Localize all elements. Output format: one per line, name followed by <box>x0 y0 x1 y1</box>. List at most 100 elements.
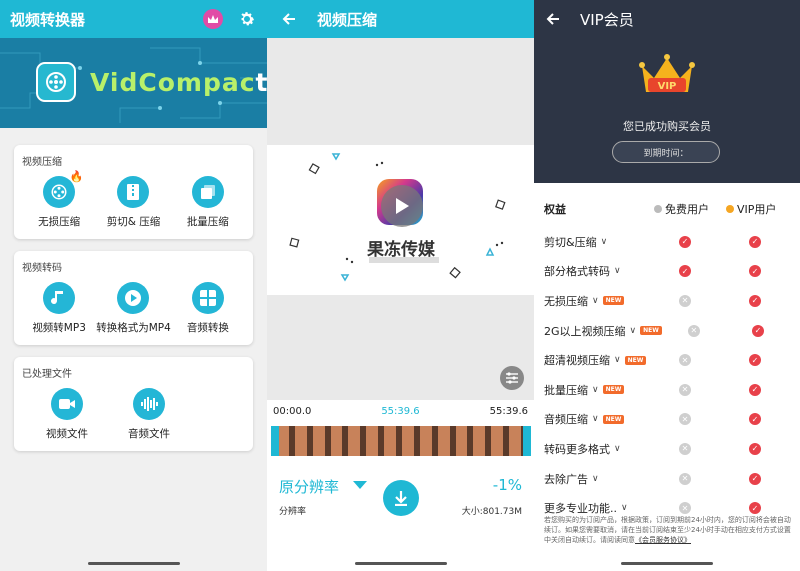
benefit-name: 超清视频压缩 ∨ NEW <box>544 352 650 368</box>
chevron-down-icon[interactable]: ∨ <box>592 296 599 306</box>
free-cell: ✕ <box>662 324 726 337</box>
new-badge: NEW <box>640 326 662 336</box>
cross-icon: ✕ <box>679 442 691 455</box>
chevron-down-icon[interactable]: ∨ <box>614 355 621 365</box>
trim-handle-right[interactable] <box>523 426 531 456</box>
convert-to-mp4-button[interactable]: 转换格式为MP4 <box>96 282 171 335</box>
benefit-row[interactable]: 2G以上视频压缩 ∨ NEW ✕ ✓ <box>544 316 790 346</box>
vip-cell: ✓ <box>720 294 790 307</box>
new-badge: NEW <box>602 296 625 306</box>
feature-label: 无损压缩 <box>38 216 81 228</box>
home-screen: 视频转换器 VidCompact 视频压缩 🔥 无损压缩 剪切& 压缩 批量压缩… <box>0 0 267 571</box>
vip-cell: ✓ <box>720 235 790 248</box>
timeline: 00:00.0 55:39.6 55:39.6 <box>267 400 534 458</box>
benefit-row[interactable]: 无损压缩 ∨ NEW ✕ ✓ <box>544 286 790 316</box>
batch-compress-button[interactable]: 批量压缩 <box>171 176 245 229</box>
settings-adjust-button[interactable] <box>500 366 524 390</box>
chevron-down-icon[interactable]: ∨ <box>592 414 599 424</box>
settings-button[interactable] <box>237 9 257 29</box>
time-start: 00:00.0 <box>273 406 312 417</box>
benefit-label: 无损压缩 <box>544 294 588 308</box>
chevron-down-icon[interactable]: ∨ <box>614 444 621 454</box>
benefit-name: 音频压缩 ∨ NEW <box>544 411 650 427</box>
benefit-row[interactable]: 部分格式转码 ∨ ✓ ✓ <box>544 257 790 287</box>
service-agreement-link[interactable]: 《会员服务协议》 <box>635 536 691 544</box>
check-icon: ✓ <box>749 413 761 426</box>
benefit-label: 音频压缩 <box>544 413 588 427</box>
filmstrip[interactable] <box>277 426 527 456</box>
chevron-down-icon[interactable] <box>353 481 367 489</box>
audio-convert-icon <box>191 282 224 314</box>
play-icon <box>117 282 150 314</box>
audio-files-button[interactable]: 音频文件 <box>110 388 188 441</box>
back-arrow-icon[interactable] <box>279 12 299 26</box>
feature-label: 音频转换 <box>186 322 229 334</box>
page-title: 视频压缩 <box>317 10 378 29</box>
check-icon: ✓ <box>749 442 761 455</box>
benefit-label: 部分格式转码 <box>544 265 610 279</box>
benefit-label: 批量压缩 <box>544 383 588 397</box>
gesture-bar[interactable] <box>354 562 447 565</box>
play-button[interactable] <box>381 185 423 227</box>
resolution-select[interactable]: 原分辨率 <box>279 476 339 497</box>
check-icon: ✓ <box>749 472 761 485</box>
vip-cell: ✓ <box>720 442 790 455</box>
benefit-name: 转码更多格式 ∨ <box>544 441 650 457</box>
feature-label: 音频文件 <box>128 428 170 440</box>
chevron-down-icon[interactable]: ∨ <box>601 237 608 247</box>
section-transcode: 视频转码 视频转MP3 转换格式为MP4 音频转换 <box>14 251 253 345</box>
film-reel-icon: 🔥 <box>43 170 83 208</box>
check-icon: ✓ <box>749 354 761 367</box>
video-files-button[interactable]: 视频文件 <box>28 388 106 441</box>
check-icon: ✓ <box>749 383 761 396</box>
benefits-table: 剪切&压缩 ∨ ✓ ✓ 部分格式转码 ∨ ✓ ✓ 无损压缩 ∨ NEW ✕ ✓ 2G以上视频压缩 ∨ NEW ✕… <box>534 227 800 523</box>
vip-cell: ✓ <box>720 265 790 278</box>
crown-label: VIP <box>658 81 677 92</box>
check-icon: ✓ <box>749 502 761 515</box>
feature-label: 视频文件 <box>46 428 88 440</box>
benefit-row[interactable]: 超清视频压缩 ∨ NEW ✕ ✓ <box>544 345 790 375</box>
audio-convert-button[interactable]: 音频转换 <box>171 282 245 335</box>
feature-label: 批量压缩 <box>186 216 229 228</box>
check-icon: ✓ <box>679 235 691 248</box>
back-arrow-icon[interactable] <box>546 12 560 26</box>
feature-label: 转换格式为MP4 <box>96 322 171 334</box>
music-note-icon <box>43 282 76 314</box>
check-icon: ✓ <box>749 265 761 278</box>
app-title: 视频转换器 <box>10 10 86 29</box>
benefit-name: 批量压缩 ∨ NEW <box>544 382 650 398</box>
chevron-down-icon[interactable]: ∨ <box>592 385 599 395</box>
trim-handle-left[interactable] <box>271 426 279 456</box>
vip-crown-button[interactable] <box>203 9 223 29</box>
benefit-row[interactable]: 剪切&压缩 ∨ ✓ ✓ <box>544 227 790 257</box>
benefit-label: 超清视频压缩 <box>544 354 610 368</box>
zip-icon <box>117 176 150 208</box>
video-preview[interactable]: 果冻传媒 <box>267 145 534 295</box>
benefit-row[interactable]: 批量压缩 ∨ NEW ✕ ✓ <box>544 375 790 405</box>
chevron-down-icon[interactable]: ∨ <box>614 266 621 276</box>
cut-compress-button[interactable]: 剪切& 压缩 <box>96 176 170 229</box>
free-cell: ✕ <box>650 472 720 485</box>
waveform-icon <box>133 388 165 420</box>
check-icon: ✓ <box>749 294 761 307</box>
gesture-bar[interactable] <box>87 562 180 565</box>
chevron-down-icon[interactable]: ∨ <box>621 503 628 513</box>
benefit-row[interactable]: 转码更多格式 ∨ ✕ ✓ <box>544 434 790 464</box>
benefit-row[interactable]: 音频压缩 ∨ NEW ✕ ✓ <box>544 405 790 435</box>
feature-label: 剪切& 压缩 <box>106 216 161 228</box>
chevron-down-icon[interactable]: ∨ <box>630 326 637 336</box>
new-badge: NEW <box>624 355 647 365</box>
feature-label: 视频转MP3 <box>32 322 86 334</box>
expire-date-button[interactable]: 到期时间： <box>612 141 720 163</box>
chevron-down-icon[interactable]: ∨ <box>592 474 599 484</box>
benefit-name: 去除广告 ∨ <box>544 471 650 487</box>
vip-user-icon <box>726 205 734 213</box>
watermark-sub <box>369 257 439 263</box>
gesture-bar[interactable] <box>621 562 713 565</box>
lossless-compress-button[interactable]: 🔥 无损压缩 <box>22 170 96 229</box>
benefit-row[interactable]: 去除广告 ∨ ✕ ✓ <box>544 464 790 494</box>
video-to-mp3-button[interactable]: 视频转MP3 <box>22 282 96 335</box>
start-compress-button[interactable] <box>383 480 419 516</box>
free-user-icon <box>654 205 662 213</box>
free-cell: ✓ <box>650 265 720 278</box>
